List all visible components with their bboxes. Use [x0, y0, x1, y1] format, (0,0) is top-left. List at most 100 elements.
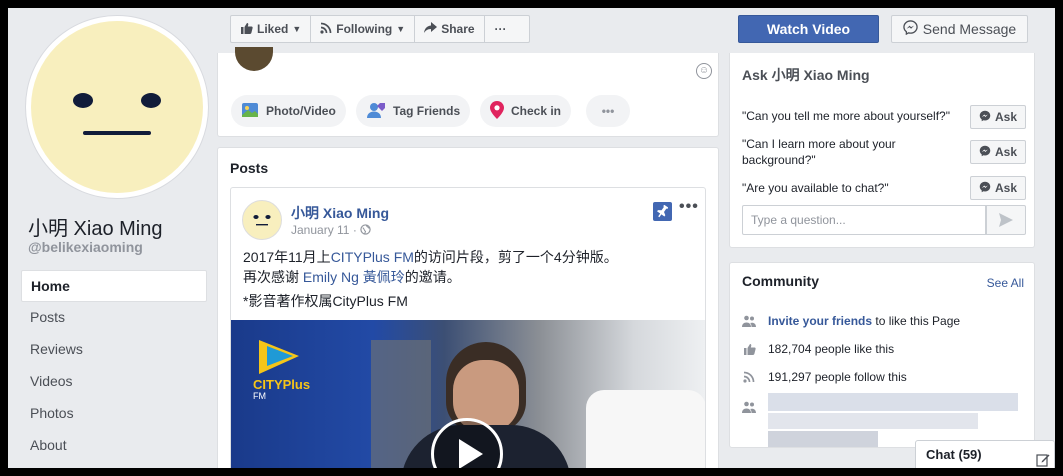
suggested-question: "Are you available to chat?": [742, 181, 889, 195]
share-button[interactable]: Share: [415, 16, 485, 42]
friends-like-row: [742, 400, 756, 414]
posts-section: Posts 小明 Xiao Ming January 11 · ••• 2017…: [217, 147, 719, 468]
page-username[interactable]: @belikexiaoming: [28, 239, 143, 255]
right-eye: [141, 93, 161, 108]
tag-friends-button[interactable]: Tag Friends: [356, 95, 471, 127]
share-arrow-icon: [424, 22, 438, 36]
emily-ng-link[interactable]: Emily Ng 黃佩玲: [303, 269, 405, 285]
liked-label: Liked: [257, 22, 289, 36]
messenger-icon: [979, 110, 991, 125]
emoji-icon[interactable]: ☺: [696, 63, 712, 79]
ask-label: Ask: [994, 110, 1017, 124]
post-author-name[interactable]: 小明 Xiao Ming: [291, 203, 389, 223]
send-question-button[interactable]: [986, 205, 1026, 235]
send-icon: [999, 213, 1013, 227]
share-label: Share: [441, 22, 475, 36]
left-eye: [73, 93, 93, 108]
post-text-segment: 2017年11月上: [243, 249, 331, 265]
profile-picture[interactable]: [26, 16, 208, 198]
post-text-line-3: *影音著作权属CityPlus FM: [243, 293, 408, 309]
cityplus-logo: CITYPlus FM: [253, 336, 310, 401]
posts-heading: Posts: [230, 160, 269, 176]
page-title[interactable]: 小明 Xiao Ming: [28, 212, 163, 241]
pin-icon[interactable]: [653, 202, 672, 221]
more-options-button[interactable]: ···: [485, 16, 517, 42]
composer-more-button[interactable]: •••: [586, 95, 630, 127]
post-text-segment: 的邀请。: [404, 269, 461, 285]
compose-icon[interactable]: [1036, 449, 1050, 468]
nav-item-videos[interactable]: Videos: [21, 366, 207, 398]
nav-item-posts[interactable]: Posts: [21, 302, 207, 334]
video-logo-sub: FM: [253, 391, 266, 401]
left-navigation: Home Posts Reviews Videos Photos About: [21, 270, 207, 462]
ask-heading: Ask 小明 Xiao Ming: [742, 67, 870, 83]
tag-friends-icon: [366, 101, 386, 122]
facebook-page-window: 小明 Xiao Ming @belikexiaoming Home Posts …: [8, 8, 1055, 468]
invite-friends-row: Invite your friends to like this Page: [742, 314, 960, 328]
ask-button[interactable]: Ask: [970, 176, 1026, 200]
photo-video-label: Photo/Video: [266, 104, 336, 118]
post-author-avatar[interactable]: [242, 200, 282, 240]
people-icon: [742, 314, 756, 328]
following-button[interactable]: Following ▼: [311, 16, 416, 42]
send-message-label: Send Message: [922, 21, 1017, 37]
page-action-bar: Liked ▼ Following ▼ Share ···: [230, 15, 530, 43]
rss-icon: [320, 22, 332, 37]
community-card: Community See All Invite your friends to…: [729, 262, 1035, 448]
chat-sidebar-tab[interactable]: Chat (59): [915, 440, 1055, 468]
video-scene-chair: [586, 390, 705, 468]
nav-item-reviews[interactable]: Reviews: [21, 334, 207, 366]
blurred-friend-names: [768, 393, 1018, 411]
photo-icon: [241, 101, 259, 122]
suggested-question: "Can you tell me more about yourself?": [742, 109, 950, 123]
watch-video-button[interactable]: Watch Video: [738, 15, 879, 43]
more-dots-icon: ···: [494, 22, 507, 36]
post-text-line-1: 2017年11月上CITYPlus FM的访问片段，剪了一个4分钟版。: [243, 247, 618, 267]
play-icon: [459, 439, 483, 468]
following-label: Following: [336, 22, 393, 36]
post-text-segment: 的访问片段，剪了一个4分钟版。: [413, 249, 618, 265]
ask-label: Ask: [994, 145, 1017, 159]
messenger-icon: [979, 145, 991, 160]
post-timestamp[interactable]: January 11 ·: [291, 223, 371, 237]
video-logo-text: CITYPlus: [253, 377, 311, 392]
nav-item-home[interactable]: Home: [21, 270, 207, 302]
blurred-friend-names: [768, 413, 978, 429]
chevron-down-icon: ▼: [292, 24, 302, 34]
people-icon: [742, 400, 756, 414]
photo-video-button[interactable]: Photo/Video: [231, 95, 346, 127]
nav-item-photos[interactable]: Photos: [21, 398, 207, 430]
rss-icon: [742, 370, 756, 384]
liked-button[interactable]: Liked ▼: [231, 16, 312, 42]
question-input[interactable]: Type a question...: [742, 205, 986, 235]
blurred-friend-names: [768, 431, 878, 447]
globe-icon: [360, 223, 371, 237]
ask-page-card: Ask 小明 Xiao Ming "Can you tell me more a…: [729, 53, 1035, 248]
post-text-segment: 再次感谢: [243, 269, 303, 285]
mouth: [83, 131, 151, 135]
likes-row: 182,704 people like this: [742, 342, 894, 356]
follows-row: 191,297 people follow this: [742, 370, 907, 384]
avatar-face-illustration: [31, 21, 203, 193]
pinned-post: 小明 Xiao Ming January 11 · ••• 2017年11月上C…: [230, 187, 706, 468]
play-video-button[interactable]: [431, 418, 503, 468]
nav-item-about[interactable]: About: [21, 430, 207, 462]
post-video[interactable]: CITYPlus FM: [231, 320, 705, 468]
see-all-link[interactable]: See All: [987, 276, 1024, 290]
cityplus-fm-link[interactable]: CITYPlus FM: [331, 249, 414, 265]
ask-button[interactable]: Ask: [970, 105, 1026, 129]
post-options-button[interactable]: •••: [679, 198, 699, 216]
post-composer: ☺ Photo/Video Tag Friends Check in •••: [217, 47, 719, 137]
likes-count-text: 182,704 people like this: [768, 342, 895, 356]
location-pin-icon: [490, 100, 504, 122]
more-dots-icon: •••: [601, 104, 615, 118]
tag-friends-label: Tag Friends: [393, 104, 461, 118]
ask-button[interactable]: Ask: [970, 140, 1026, 164]
check-in-button[interactable]: Check in: [480, 95, 572, 127]
send-message-button[interactable]: Send Message: [891, 15, 1028, 43]
invite-friends-link[interactable]: Invite your friends: [768, 314, 872, 328]
community-heading: Community: [742, 273, 819, 289]
messenger-icon: [903, 20, 918, 38]
messenger-icon: [979, 181, 991, 196]
suggested-question: "Can I learn more about your background?…: [742, 137, 896, 167]
